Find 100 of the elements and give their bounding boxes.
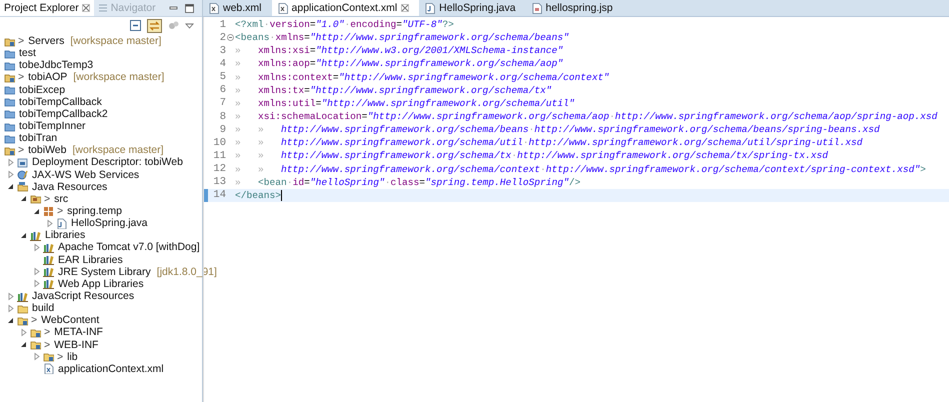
tree-item[interactable]: tobiTempInner [18,120,87,132]
code-line: <?xml·version="1.0"·encoding="UTF-8"?> [235,19,454,30]
folder-icon [30,193,41,204]
link-editor-icon[interactable] [147,18,162,32]
minimize-icon[interactable] [169,4,178,12]
line-number: 7 [220,97,226,110]
tree-item[interactable]: tobiExcep [18,84,66,96]
folder-icon [4,108,15,120]
books-icon [43,254,54,266]
close-icon[interactable] [401,4,410,12]
change-marker: > [44,326,50,338]
tree-item[interactable]: JAX-WS Web Services [31,168,140,181]
line-number: 3 [220,44,226,57]
file-icon [43,363,54,374]
tree-item[interactable]: WEB-INF [53,338,100,351]
books-icon [43,266,54,278]
change-marker: > [44,338,50,351]
line-number: 11 [213,150,226,162]
globe-icon [17,169,28,180]
code-line: » » http://www.springframework.org/schema/util·http://www.springframework.org/schema/util/spring-util.xsd [235,137,863,148]
folder-icon [4,48,15,59]
change-marker: > [31,314,38,326]
tree-item[interactable]: HelloSpring.java [70,217,148,230]
books-icon [43,242,54,253]
tree-item[interactable]: tobiTran [18,132,58,144]
shared-folder-icon [4,36,15,47]
change-marker: > [57,205,64,218]
code-line: » xmlns:tx="http://www.springframework.org/schema/tx" [235,84,552,96]
code-line: » » http://www.springframework.org/schema/beans·http://www.springframework.org/schema/beans/spring-beans.xsd [235,124,880,136]
change-marker: > [18,144,24,156]
editor-tab[interactable]: web.xml [203,0,272,16]
folder-icon [4,84,15,96]
change-marker: > [18,35,24,48]
descriptor-icon [17,156,28,168]
line-number: 9 [220,124,226,136]
tree-item[interactable]: JavaScript Resources [31,290,136,302]
code-line: » » http://www.springframework.org/schema/context·http://www.springframework.org/schema/context/spring-context.xsd"> [235,164,926,175]
fold-icon[interactable] [227,34,234,42]
file-icon [278,2,288,14]
tree-item[interactable]: Apache Tomcat v7.0 [withDog] [57,241,201,254]
branch-label: [workspace master] [72,144,164,156]
tree-item[interactable]: EAR Libraries [57,254,124,266]
code-line: » xsi:schemaLocation="http://www.springframework.org/schema/aop·http://www.springframework.org/schema/aop/spring-aop.xsd [235,111,938,122]
dropdown-icon[interactable] [185,22,194,28]
folder-icon [4,96,15,108]
tree-item[interactable]: src [53,192,70,205]
folder-icon [4,60,15,71]
line-number: 2 [220,32,226,44]
line-number: 6 [220,84,226,96]
tree-item[interactable]: Web App Libraries [57,278,145,290]
editor-tab[interactable]: hellospring.jsp [526,0,623,16]
code-line: <beans·xmlns="http://www.springframework.org/schema/beans" [235,32,569,44]
tree-item[interactable]: tobeJdbcTemp3 [18,59,94,72]
line-number: 14 [213,189,226,202]
tree-item[interactable]: WebContent [40,314,100,326]
list-icon [98,3,108,13]
line-number: 12 [213,163,226,176]
file-icon [56,218,67,229]
code-line: » xmlns:xsi="http://www.w3.org/2001/XMLSchema-instance" [235,45,564,56]
tree-item[interactable]: test [18,47,37,60]
tree-item[interactable]: tobiAOP [27,71,68,84]
branch-label: [jdk1.8.0_91] [156,266,217,278]
close-icon[interactable] [82,4,90,12]
code-line: </beans> [235,190,282,201]
folder-icon [17,302,28,314]
file-icon [209,2,219,14]
line-number: 10 [213,136,226,149]
editor-tab[interactable]: applicationContext.xml [272,0,420,16]
shared-folder-icon [17,314,28,326]
books-icon [43,278,54,290]
tree-item[interactable]: tobiWeb [27,144,68,156]
file-icon [425,2,436,14]
change-marker: > [44,192,50,205]
tree-item[interactable]: tobiTempCallback [18,96,103,108]
shared-folder-icon [30,326,41,338]
tree-item[interactable]: tobiTempCallback2 [18,108,109,120]
view-tab[interactable]: Project Explorer [0,0,94,16]
folder-icon [4,120,15,132]
change-marker: > [18,71,24,84]
tree-item[interactable]: spring.temp [66,205,123,218]
code-line: » xmlns:util="http://www.springframework.org/schema/util" [235,98,575,109]
tree-item[interactable]: Libraries [44,229,86,242]
collapse-all-icon[interactable] [130,20,141,31]
tree-item[interactable]: Deployment Descriptor: tobiWeb [31,156,184,168]
tree-item[interactable]: build [31,302,56,314]
tree-item[interactable]: Java Resources [31,180,108,193]
editor-tab[interactable]: HelloSpring.java [419,0,526,16]
line-number: 4 [220,58,226,70]
tree-item[interactable]: applicationContext.xml [57,362,165,375]
tree-item[interactable]: META-INF [53,326,104,338]
file-icon [532,2,542,14]
line-number: 8 [220,110,226,123]
shared-folder-icon [43,351,54,362]
line-number: 1 [220,18,226,31]
tree-item[interactable]: JRE System Library [57,266,152,278]
branch-label: [workspace master] [73,71,164,84]
code-line: » xmlns:aop="http://www.springframework.org/schema/aop" [235,58,564,70]
tree-item[interactable]: Servers [27,35,66,48]
tree-item[interactable]: lib [66,350,79,363]
maximize-icon[interactable] [185,4,194,12]
